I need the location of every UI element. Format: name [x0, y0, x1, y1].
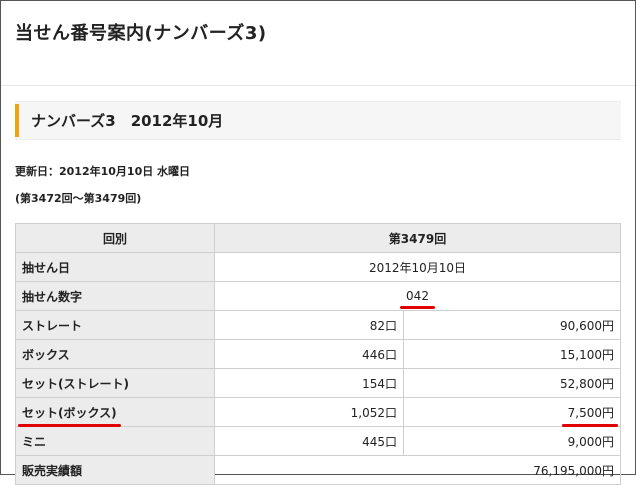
prize-amount: 9,000円 — [403, 426, 621, 456]
draw-date-value: 2012年10月10日 — [214, 252, 621, 282]
prize-label: ミニ — [15, 426, 215, 456]
table-row: ストレート 82口 90,600円 — [15, 310, 621, 340]
winning-number-underline — [400, 306, 435, 309]
table-row: ミニ 445口 9,000円 — [15, 426, 621, 456]
prize-amount: 15,100円 — [403, 339, 621, 369]
section-accent-bar — [15, 104, 19, 137]
prize-label: ボックス — [15, 339, 215, 369]
prize-count: 82口 — [214, 310, 404, 340]
prize-amount: 52,800円 — [403, 368, 621, 398]
winning-number-wrap: 042 — [400, 289, 435, 309]
set-box-label-wrap: セット(ボックス) — [18, 404, 121, 427]
set-box-amount: 7,500円 — [567, 405, 614, 420]
prize-count: 1,052口 — [214, 397, 404, 427]
set-box-label: セット(ボックス) — [22, 405, 117, 420]
table-row: 販売実績額 76,195,000円 — [15, 455, 621, 485]
sales-label: 販売実績額 — [15, 455, 215, 485]
header-draw-label: 回別 — [15, 223, 215, 253]
page-title: 当せん番号案内(ナンバーズ3) — [15, 23, 267, 44]
results-table: 回別 第3479回 抽せん日 2012年10月10日 抽せん数字 042 ストレ… — [15, 223, 621, 485]
section-header: ナンバーズ3 2012年10月 — [15, 101, 621, 140]
prize-count: 445口 — [214, 426, 404, 456]
sales-value: 76,195,000円 — [214, 455, 621, 485]
title-divider — [1, 85, 635, 86]
prize-label: セット(ストレート) — [15, 368, 215, 398]
winning-number-cell: 042 — [214, 281, 621, 311]
prize-count: 446口 — [214, 339, 404, 369]
winning-number-value: 042 — [406, 289, 429, 303]
set-box-amount-wrap: 7,500円 — [561, 404, 618, 427]
table-row: セット(ストレート) 154口 52,800円 — [15, 368, 621, 398]
header-draw-number: 第3479回 — [214, 223, 621, 253]
prize-label-highlighted: セット(ボックス) — [15, 397, 215, 427]
prize-label: ストレート — [15, 310, 215, 340]
table-row: 抽せん数字 042 — [15, 281, 621, 311]
set-box-amount-underline — [561, 423, 618, 427]
table-header-row: 回別 第3479回 — [15, 223, 621, 253]
prize-amount-highlighted: 7,500円 — [403, 397, 621, 427]
draw-range: (第3472回～第3479回) — [15, 192, 142, 205]
table-row: セット(ボックス) 1,052口 7,500円 — [15, 397, 621, 427]
draw-date-label: 抽せん日 — [15, 252, 215, 282]
page-frame: 当せん番号案内(ナンバーズ3) ナンバーズ3 2012年10月 更新日：2012… — [0, 0, 636, 485]
prize-count: 154口 — [214, 368, 404, 398]
winning-number-label: 抽せん数字 — [15, 281, 215, 311]
updated-date: 更新日：2012年10月10日 水曜日 — [15, 165, 191, 178]
prize-amount: 90,600円 — [403, 310, 621, 340]
table-row: 抽せん日 2012年10月10日 — [15, 252, 621, 282]
table-row: ボックス 446口 15,100円 — [15, 339, 621, 369]
section-title: ナンバーズ3 2012年10月 — [31, 112, 224, 130]
